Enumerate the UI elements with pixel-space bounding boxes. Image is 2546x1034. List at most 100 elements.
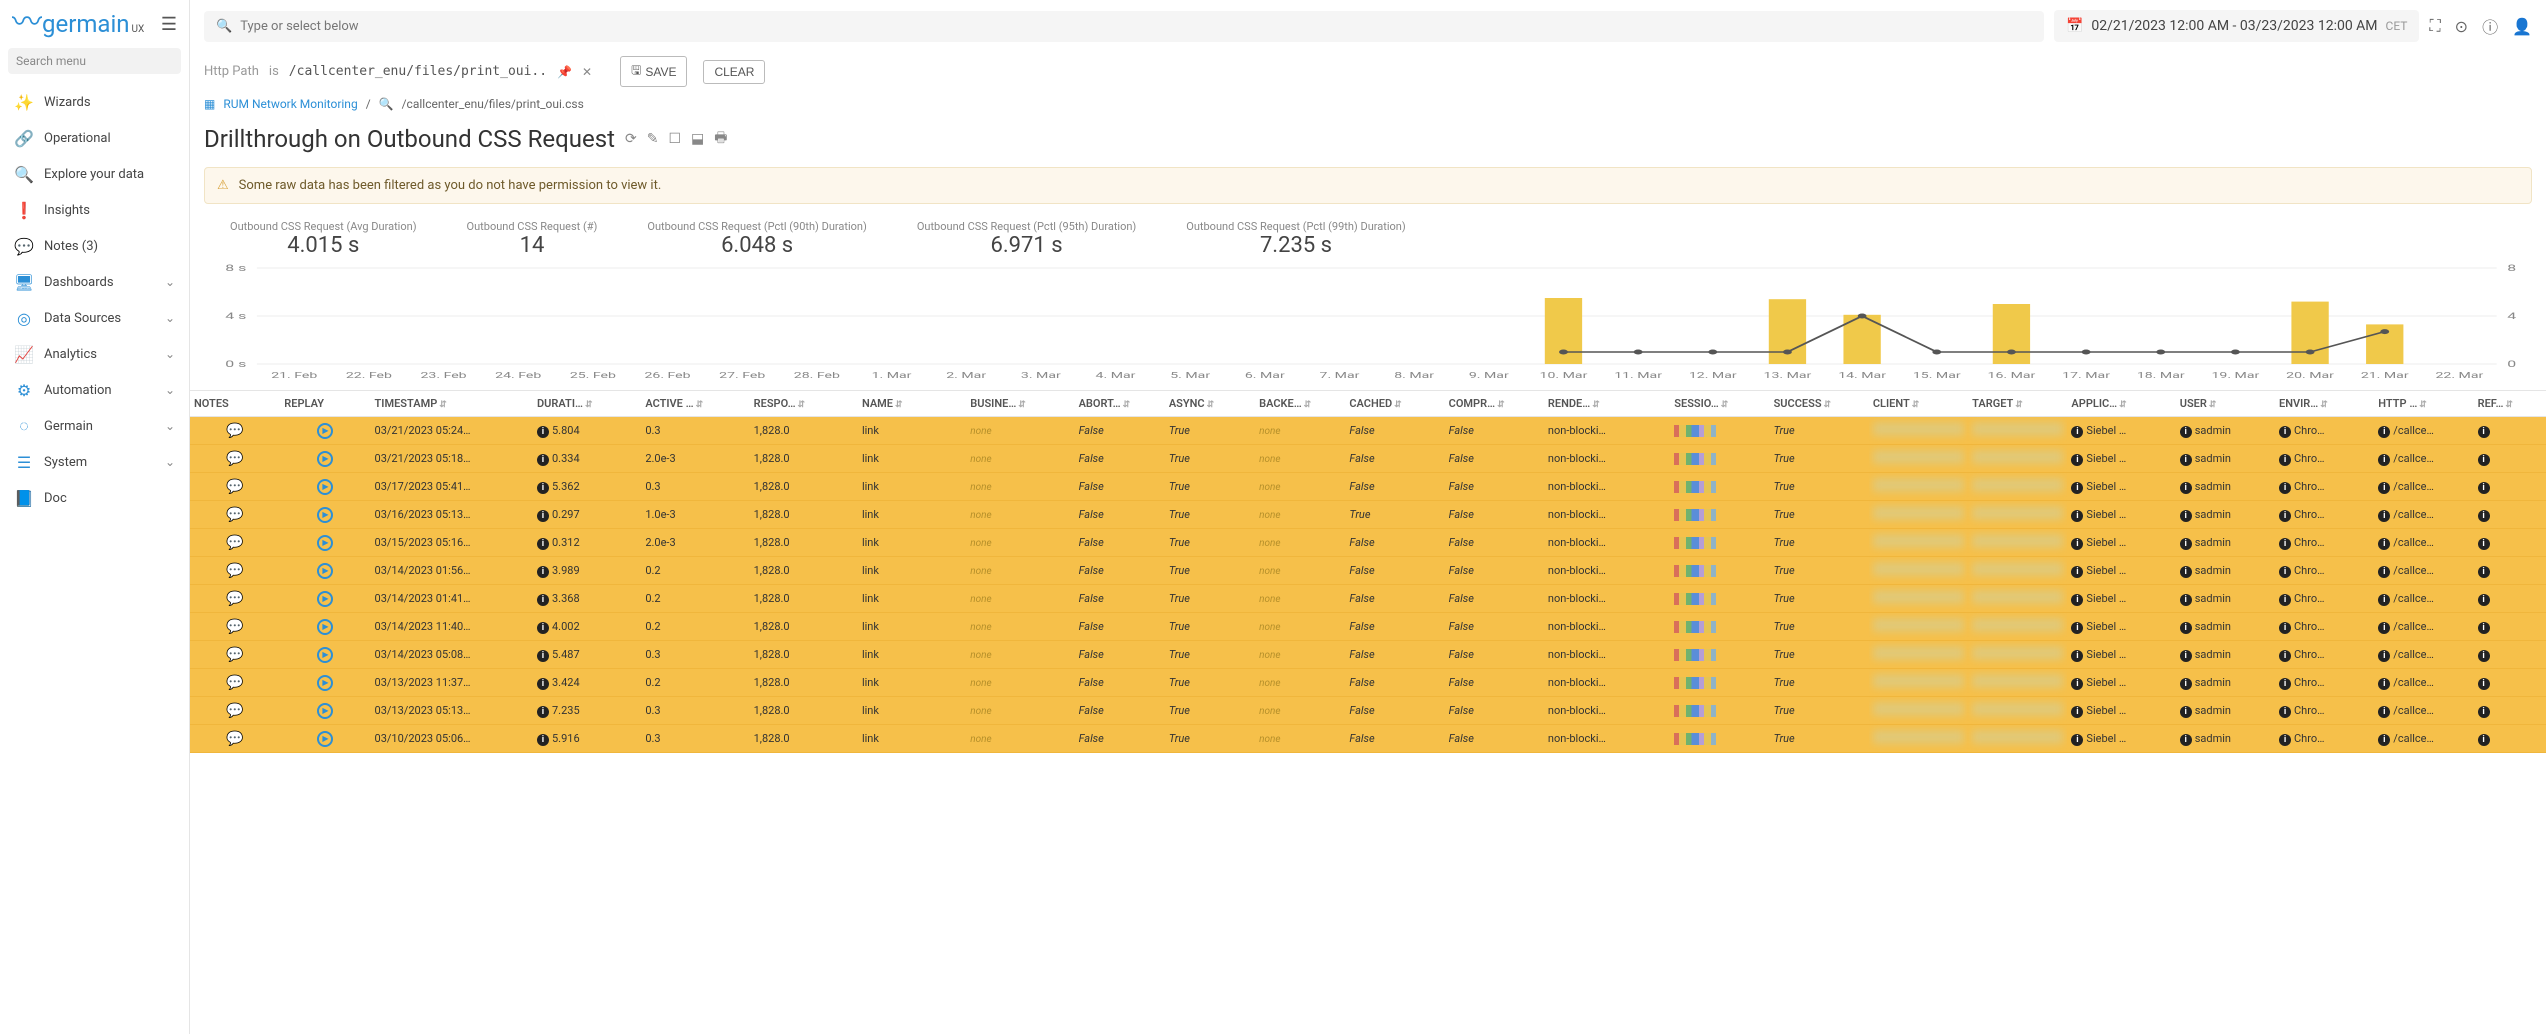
table-row[interactable]: 💬 ▶ 03/17/2023 05:41… i5.362 0.3 1,828.0… [190,473,2546,501]
col-active[interactable]: ACTIVE …⇵ [641,391,749,417]
cell-session[interactable] [1670,641,1769,669]
note-icon[interactable]: 💬 [226,591,243,607]
line-point[interactable] [1708,350,1717,355]
sidebar-item-data-sources[interactable]: ◎ Data Sources ⌄ [0,300,189,336]
col-abort[interactable]: ABORT…⇵ [1075,391,1165,417]
col-durati[interactable]: DURATI…⇵ [533,391,641,417]
bar[interactable] [2291,302,2328,364]
cell-session[interactable] [1670,669,1769,697]
col-cached[interactable]: CACHED⇵ [1345,391,1444,417]
sidebar-item-dashboards[interactable]: 🖥 Dashboards ⌄ [0,264,189,300]
cell-session[interactable] [1670,417,1769,445]
cell-session[interactable] [1670,445,1769,473]
table-row[interactable]: 💬 ▶ 03/21/2023 05:24… i5.804 0.3 1,828.0… [190,417,2546,445]
note-icon[interactable]: 💬 [226,647,243,663]
table-row[interactable]: 💬 ▶ 03/13/2023 11:37… i3.424 0.2 1,828.0… [190,669,2546,697]
sidebar-item-analytics[interactable]: 📈 Analytics ⌄ [0,336,189,372]
sidebar-item-wizards[interactable]: ✨ Wizards [0,84,189,120]
replay-icon[interactable]: ▶ [317,619,333,635]
sidebar-item-germain[interactable]: ◌ Germain ⌄ [0,408,189,444]
sidebar-item-operational[interactable]: 🔗 Operational [0,120,189,156]
replay-icon[interactable]: ▶ [317,479,333,495]
replay-icon[interactable]: ▶ [317,647,333,663]
table-row[interactable]: 💬 ▶ 03/15/2023 05:16… i0.312 2.0e-3 1,82… [190,529,2546,557]
col-busine[interactable]: BUSINE…⇵ [966,391,1074,417]
note-icon[interactable]: 💬 [226,703,243,719]
breadcrumb-link[interactable]: RUM Network Monitoring [223,97,357,111]
table-row[interactable]: 💬 ▶ 03/13/2023 05:13… i7.235 0.3 1,828.0… [190,697,2546,725]
sidebar-item-explore-your-data[interactable]: 🔍 Explore your data [0,156,189,192]
sidebar-item-system[interactable]: ☰ System ⌄ [0,444,189,480]
col-user[interactable]: USER⇵ [2176,391,2275,417]
col-replay[interactable]: REPLAY [280,391,370,417]
line-point[interactable] [2380,329,2389,334]
bookmark-icon[interactable]: ☐ [668,131,681,147]
download-icon[interactable]: ⬓ [691,131,704,147]
col-sessio[interactable]: SESSIO…⇵ [1670,391,1769,417]
filter-value[interactable]: /callcenter_enu/files/print_oui.. [289,64,547,79]
sidebar-item-automation[interactable]: ⚙ Automation ⌄ [0,372,189,408]
table-row[interactable]: 💬 ▶ 03/10/2023 05:06… i5.916 0.3 1,828.0… [190,725,2546,753]
clear-button[interactable]: CLEAR [703,60,765,84]
line-series[interactable] [1563,316,2384,352]
table-row[interactable]: 💬 ▶ 03/14/2023 01:56… i3.989 0.2 1,828.0… [190,557,2546,585]
note-icon[interactable]: 💬 [226,563,243,579]
play-circle-icon[interactable]: ⊙ [2455,17,2468,36]
cell-session[interactable] [1670,725,1769,753]
note-icon[interactable]: 💬 [226,507,243,523]
table-row[interactable]: 💬 ▶ 03/14/2023 05:08… i5.487 0.3 1,828.0… [190,641,2546,669]
col-compr[interactable]: COMPR…⇵ [1445,391,1544,417]
line-point[interactable] [2156,350,2165,355]
fullscreen-icon[interactable]: ⛶ [2429,16,2440,36]
note-icon[interactable]: 💬 [226,535,243,551]
edit-icon[interactable]: ✎ [647,131,659,147]
line-point[interactable] [1932,350,1941,355]
line-point[interactable] [2082,350,2091,355]
save-button[interactable]: 🖫 SAVE [620,56,687,87]
remove-filter-icon[interactable]: ✕ [582,65,592,79]
replay-icon[interactable]: ▶ [317,507,333,523]
table-row[interactable]: 💬 ▶ 03/21/2023 05:18… i0.334 2.0e-3 1,82… [190,445,2546,473]
cell-session[interactable] [1670,557,1769,585]
replay-icon[interactable]: ▶ [317,451,333,467]
cell-session[interactable] [1670,473,1769,501]
col-notes[interactable]: NOTES [190,391,280,417]
global-search-input[interactable]: 🔍 Type or select below [204,11,2044,42]
note-icon[interactable]: 💬 [226,451,243,467]
col-target[interactable]: TARGET⇵ [1968,391,2067,417]
cell-session[interactable] [1670,501,1769,529]
cell-session[interactable] [1670,697,1769,725]
note-icon[interactable]: 💬 [226,479,243,495]
note-icon[interactable]: 💬 [226,423,243,439]
bar[interactable] [1993,304,2030,364]
replay-icon[interactable]: ▶ [317,731,333,747]
line-point[interactable] [2007,350,2016,355]
sidebar-item-notes-3-[interactable]: 💬 Notes (3) [0,228,189,264]
user-icon[interactable]: 👤 [2512,17,2532,36]
cell-session[interactable] [1670,613,1769,641]
date-range-picker[interactable]: 📅 02/21/2023 12:00 AM - 03/23/2023 12:00… [2054,10,2420,42]
replay-icon[interactable]: ▶ [317,423,333,439]
line-point[interactable] [1783,350,1792,355]
menu-search-input[interactable]: Search menu [8,48,181,74]
note-icon[interactable]: 💬 [226,675,243,691]
logo[interactable]: 〰 germain UX [12,10,144,38]
col-name[interactable]: NAME⇵ [858,391,966,417]
line-point[interactable] [2306,350,2315,355]
replay-icon[interactable]: ▶ [317,563,333,579]
col-respo[interactable]: RESPO…⇵ [750,391,858,417]
cell-session[interactable] [1670,585,1769,613]
info-icon[interactable]: ⓘ [2482,14,2498,38]
pin-icon[interactable]: 📌 [557,65,572,79]
print-icon[interactable]: 🖶 [714,127,727,151]
line-point[interactable] [2231,350,2240,355]
note-icon[interactable]: 💬 [226,619,243,635]
sidebar-item-insights[interactable]: ❗ Insights [0,192,189,228]
col-envir[interactable]: ENVIR…⇵ [2275,391,2374,417]
col-async[interactable]: ASYNC⇵ [1165,391,1255,417]
line-point[interactable] [1634,350,1643,355]
time-series-chart[interactable]: 0 s04 s48 s821. Feb22. Feb23. Feb24. Feb… [204,262,2532,382]
replay-icon[interactable]: ▶ [317,675,333,691]
refresh-icon[interactable]: ⟳ [625,131,637,147]
replay-icon[interactable]: ▶ [317,703,333,719]
